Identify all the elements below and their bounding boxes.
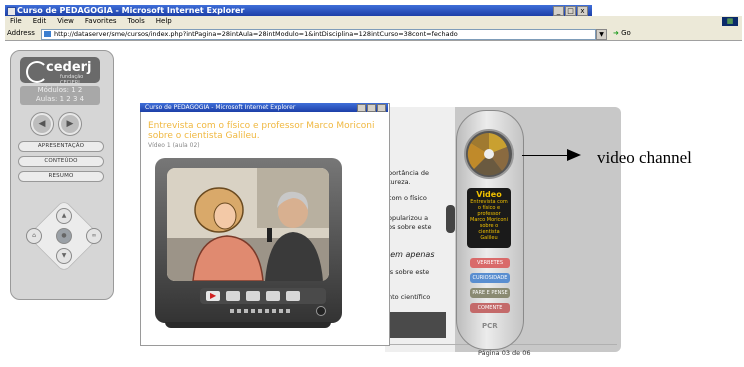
- content-text: portância de: [388, 169, 429, 177]
- menu-edit[interactable]: Edit: [33, 17, 47, 25]
- annotation-arrow-line: [522, 155, 569, 156]
- interview-illustration: [167, 168, 329, 281]
- page-counter: Página 03 de 06: [478, 349, 531, 357]
- popup-titlebar: Curso de PEDAGOGIA - Microsoft Internet …: [140, 103, 388, 112]
- stop-button[interactable]: [246, 291, 260, 301]
- module-lesson-selector: Módulos: 1 2 Aulas: 1 2 3 4: [20, 86, 100, 105]
- menu-bar: File Edit View Favorites Tools Help ▦: [5, 16, 742, 27]
- content-text: opularizou a: [388, 214, 429, 222]
- pare-e-pense-button[interactable]: PARE E PENSE: [470, 288, 510, 298]
- conteudo-button[interactable]: CONTEÚDO: [18, 156, 104, 167]
- down-arrow-icon[interactable]: ▼: [56, 248, 72, 264]
- content-text: is sobre este: [388, 268, 430, 276]
- next-page-button[interactable]: ▶: [59, 113, 81, 135]
- maximize-button[interactable]: □: [565, 6, 576, 16]
- play-button[interactable]: ▶: [206, 291, 220, 301]
- pause-button[interactable]: [226, 291, 240, 301]
- menu-tools[interactable]: Tools: [128, 17, 145, 25]
- content-text: tureza.: [388, 178, 411, 186]
- tv-knob-icon: [316, 306, 326, 316]
- annotation-arrow-icon: [567, 149, 581, 161]
- popup-close-button[interactable]: [377, 104, 386, 112]
- cederj-logo: cederj fundação CECIERJ: [20, 57, 100, 86]
- ie-window-icon: [7, 7, 16, 16]
- window-titlebar: Curso de PEDAGOGIA - Microsoft Internet …: [5, 5, 592, 16]
- address-dropdown-icon[interactable]: ▼: [596, 29, 607, 40]
- close-button[interactable]: x: [577, 6, 588, 16]
- address-bar: Address http://dataserver/sme/cursos/ind…: [5, 27, 742, 41]
- go-arrow-icon: ➜: [613, 29, 619, 37]
- comente-button[interactable]: COMENTE: [470, 303, 510, 313]
- content-image: [386, 312, 446, 338]
- forward-button[interactable]: [286, 291, 300, 301]
- windows-flag-icon: ▦: [722, 17, 738, 26]
- content-text: com o físico: [388, 194, 427, 202]
- remote-footer: PCR: [482, 322, 498, 330]
- annotation-label: video channel: [597, 148, 692, 167]
- content-text: os sobre este: [388, 223, 432, 231]
- apresentacao-button[interactable]: APRESENTAÇÃO: [18, 141, 104, 152]
- address-label: Address: [7, 29, 35, 37]
- rewind-button[interactable]: [266, 291, 280, 301]
- channel-selector-dial[interactable]: [464, 129, 514, 179]
- address-url: http://dataserver/sme/cursos/index.php?i…: [54, 30, 458, 38]
- video-player-screen[interactable]: [167, 168, 329, 281]
- menu-view[interactable]: View: [57, 17, 74, 25]
- resumo-button[interactable]: RESUMO: [18, 171, 104, 182]
- popup-title: Curso de PEDAGOGIA - Microsoft Internet …: [145, 104, 296, 111]
- go-button[interactable]: ➜ Go: [613, 29, 631, 37]
- video-subtitle: Vídeo 1 (aula 02): [148, 142, 200, 149]
- verbetes-button[interactable]: VERBETES: [470, 258, 510, 268]
- go-label: Go: [621, 29, 631, 37]
- menu-help[interactable]: Help: [156, 17, 172, 25]
- content-text: nto científico: [388, 293, 431, 301]
- page-icon: [44, 31, 51, 37]
- up-arrow-icon[interactable]: ▲: [56, 208, 72, 224]
- center-button-icon[interactable]: ●: [56, 228, 72, 244]
- display-text: Entrevista com o físico e professor Marc…: [470, 199, 508, 241]
- home-icon[interactable]: ⌂: [26, 228, 42, 244]
- directional-pad: ▲ ⌂ ● ∞ ▼: [20, 199, 106, 273]
- speaker-grille: [230, 309, 290, 313]
- video-heading: Entrevista com o físico e professor Marc…: [148, 121, 375, 141]
- menu-file[interactable]: File: [10, 17, 22, 25]
- video-controls: ▶: [200, 288, 326, 304]
- curiosidade-button[interactable]: CURIOSIDADE: [470, 273, 510, 283]
- popup-maximize-button[interactable]: [367, 104, 376, 112]
- content-scrollbar[interactable]: [446, 205, 455, 233]
- remote-display: Video Entrevista com o físico e professo…: [467, 188, 511, 248]
- tv-base: [165, 322, 331, 328]
- aulas-label[interactable]: Aulas: 1 2 3 4: [20, 95, 100, 104]
- address-input[interactable]: http://dataserver/sme/cursos/index.php?i…: [41, 29, 596, 40]
- previous-page-button[interactable]: ◀: [31, 113, 53, 135]
- content-text: 'em apenas: [388, 250, 435, 259]
- modulos-label[interactable]: Módulos: 1 2: [20, 86, 100, 95]
- window-title: Curso de PEDAGOGIA - Microsoft Internet …: [17, 6, 245, 15]
- link-icon[interactable]: ∞: [86, 228, 102, 244]
- logo-swirl-icon: [26, 61, 48, 83]
- popup-minimize-button[interactable]: [357, 104, 366, 112]
- minimize-button[interactable]: _: [553, 6, 564, 16]
- display-title: Video: [476, 190, 502, 199]
- menu-favorites[interactable]: Favorites: [85, 17, 117, 25]
